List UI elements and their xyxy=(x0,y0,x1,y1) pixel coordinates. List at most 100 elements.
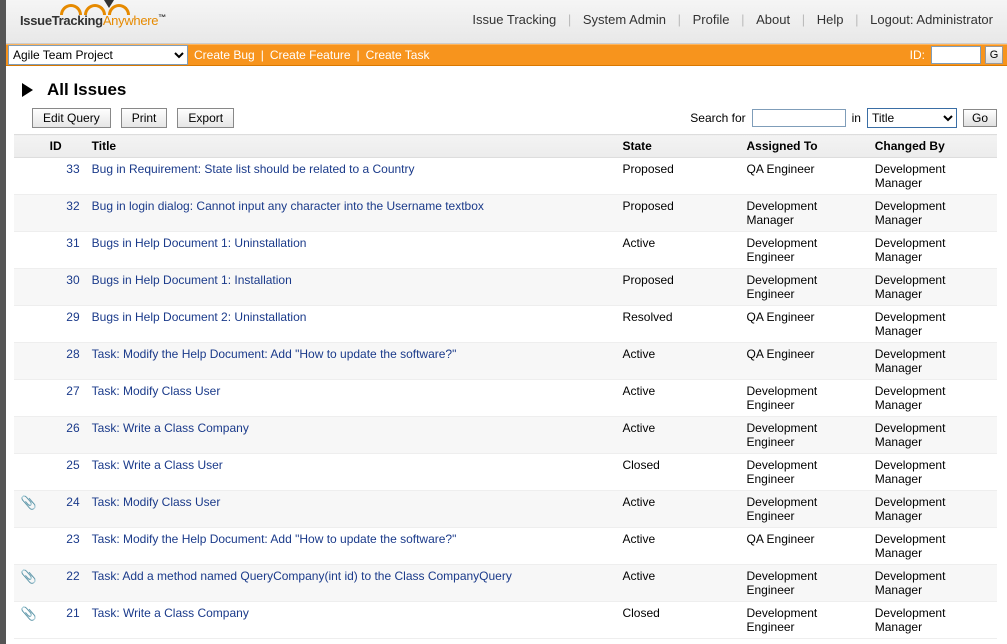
logo-text-2: Anywhere xyxy=(103,13,158,28)
print-button[interactable]: Print xyxy=(121,108,168,128)
table-row[interactable]: 28 Task: Modify the Help Document: Add "H… xyxy=(14,343,997,380)
nav-issue-tracking[interactable]: Issue Tracking xyxy=(468,12,560,27)
cell-state: Proposed xyxy=(616,269,740,306)
issue-title-link[interactable]: Bugs in Help Document 1: Uninstallation xyxy=(92,236,307,250)
header: IssueTrackingAnywhere™ Issue Tracking | … xyxy=(6,0,1007,44)
issue-title-link[interactable]: Task: Write a Class Company xyxy=(92,421,249,435)
issue-title-link[interactable]: Bugs in Help Document 2: Uninstallation xyxy=(92,310,307,324)
table-row[interactable]: 27Task: Modify Class UserActiveDevelopme… xyxy=(14,380,997,417)
cell-changed: Development Manager xyxy=(869,306,997,343)
cell-assigned: Development Engineer xyxy=(741,454,869,491)
issue-title-link[interactable]: Task: Modify Class User xyxy=(92,384,221,398)
table-row[interactable]: 📎24Task: Modify Class UserActiveDevelopm… xyxy=(14,491,997,528)
create-task-link[interactable]: Create Task xyxy=(360,48,436,62)
attachment-icon: 📎 xyxy=(21,569,37,584)
cell-changed: Development Manager xyxy=(869,491,997,528)
cell-assigned: Development Engineer xyxy=(741,232,869,269)
issue-title-link[interactable]: Task: Modify the Help Document: Add "How… xyxy=(92,532,457,546)
table-row[interactable]: 32 Bug in login dialog: Cannot input any … xyxy=(14,195,997,232)
search-field-select[interactable]: Title xyxy=(867,108,957,128)
issue-title-link[interactable]: Task: Modify the Help Document: Add "How… xyxy=(92,347,457,361)
id-input[interactable] xyxy=(931,46,981,64)
cell-changed: Development Manager xyxy=(869,380,997,417)
cell-assigned: QA Engineer xyxy=(741,158,869,195)
table-row[interactable]: 30 Bugs in Help Document 1: Installation P… xyxy=(14,269,997,306)
issue-title-link[interactable]: Bug in Requirement: State list should be… xyxy=(92,162,415,176)
issue-id-link[interactable]: 29 xyxy=(66,310,79,324)
create-feature-link[interactable]: Create Feature xyxy=(264,48,357,62)
col-header-assigned[interactable]: Assigned To xyxy=(741,135,869,158)
table-row[interactable]: 📎21Task: Write a Class CompanyClosedDeve… xyxy=(14,602,997,639)
table-row[interactable]: 25Task: Write a Class UserClosedDevelopm… xyxy=(14,454,997,491)
table-row[interactable]: 26 Task: Write a Class Company ActiveDevel… xyxy=(14,417,997,454)
issue-id-link[interactable]: 23 xyxy=(66,532,79,546)
col-header-state[interactable]: State xyxy=(616,135,740,158)
id-label: ID: xyxy=(910,48,927,62)
cell-assigned: Development Engineer xyxy=(741,380,869,417)
cell-state: Closed xyxy=(616,602,740,639)
nav-system-admin[interactable]: System Admin xyxy=(579,12,670,27)
issue-title-link[interactable]: Task: Modify Class User xyxy=(92,495,221,509)
cell-state: Active xyxy=(616,528,740,565)
table-row[interactable]: 29 Bugs in Help Document 2: Uninstallatio… xyxy=(14,306,997,343)
table-row[interactable]: 23 Task: Modify the Help Document: Add "H… xyxy=(14,528,997,565)
export-button[interactable]: Export xyxy=(177,108,234,128)
issue-id-link[interactable]: 25 xyxy=(66,458,79,472)
col-header-id[interactable]: ID xyxy=(44,135,86,158)
action-bar: Agile Team Project Create Bug | Create F… xyxy=(6,44,1007,66)
issue-id-link[interactable]: 22 xyxy=(66,569,79,583)
nav-logout[interactable]: Logout: Administrator xyxy=(866,12,997,27)
attachment-icon: 📎 xyxy=(21,495,37,510)
cell-assigned: Development Engineer xyxy=(741,565,869,602)
cell-assigned: Development Engineer xyxy=(741,602,869,639)
issue-id-link[interactable]: 28 xyxy=(66,347,79,361)
issue-title-link[interactable]: Bug in login dialog: Cannot input any ch… xyxy=(92,199,484,213)
cell-changed: Development Manager xyxy=(869,602,997,639)
edit-query-button[interactable]: Edit Query xyxy=(32,108,111,128)
issue-title-link[interactable]: Bugs in Help Document 1: Installation xyxy=(92,273,292,287)
issue-id-link[interactable]: 21 xyxy=(66,606,79,620)
search-go-button[interactable]: Go xyxy=(963,109,997,127)
issue-id-link[interactable]: 31 xyxy=(66,236,79,250)
issue-id-link[interactable]: 27 xyxy=(66,384,79,398)
issue-id-link[interactable]: 26 xyxy=(66,421,79,435)
cell-state: Active xyxy=(616,343,740,380)
cell-changed: Development Manager xyxy=(869,343,997,380)
nav-help[interactable]: Help xyxy=(813,12,848,27)
table-row[interactable]: 33 Bug in Requirement: State list should … xyxy=(14,158,997,195)
cell-state: Resolved xyxy=(616,306,740,343)
issue-id-link[interactable]: 24 xyxy=(66,495,79,509)
cell-changed: Development Manager xyxy=(869,269,997,306)
issue-title-link[interactable]: Task: Write a Class Company xyxy=(92,606,249,620)
cell-state: Proposed xyxy=(616,158,740,195)
top-nav: Issue Tracking | System Admin | Profile … xyxy=(468,12,997,27)
issue-title-link[interactable]: Task: Add a method named QueryCompany(in… xyxy=(92,569,512,583)
search-in-label: in xyxy=(852,111,861,125)
cell-changed: Development Manager xyxy=(869,158,997,195)
cell-changed: Development Manager xyxy=(869,195,997,232)
nav-profile[interactable]: Profile xyxy=(689,12,734,27)
table-row[interactable]: 📎 22 Task: Add a method named QueryCompany… xyxy=(14,565,997,602)
cell-assigned: Development Engineer xyxy=(741,417,869,454)
id-go-button[interactable]: G xyxy=(985,46,1003,64)
collapse-toggle-icon[interactable] xyxy=(22,83,33,97)
col-header-changed[interactable]: Changed By xyxy=(869,135,997,158)
project-select[interactable]: Agile Team Project xyxy=(8,45,188,65)
search-input[interactable] xyxy=(752,109,846,127)
issue-id-link[interactable]: 32 xyxy=(66,199,79,213)
col-header-title[interactable]: Title xyxy=(86,135,617,158)
cell-assigned: QA Engineer xyxy=(741,343,869,380)
create-bug-link[interactable]: Create Bug xyxy=(188,48,261,62)
cell-state: Active xyxy=(616,417,740,454)
cell-assigned: Development Manager xyxy=(741,195,869,232)
logo-tm: ™ xyxy=(158,13,166,22)
issue-title-link[interactable]: Task: Write a Class User xyxy=(92,458,223,472)
col-header-attachment[interactable] xyxy=(14,135,44,158)
page-title: All Issues xyxy=(47,80,126,100)
cell-changed: Development Manager xyxy=(869,565,997,602)
nav-about[interactable]: About xyxy=(752,12,794,27)
issue-id-link[interactable]: 33 xyxy=(66,162,79,176)
issue-id-link[interactable]: 30 xyxy=(66,273,79,287)
app-logo[interactable]: IssueTrackingAnywhere™ xyxy=(20,4,166,28)
table-row[interactable]: 31 Bugs in Help Document 1: Uninstallatio… xyxy=(14,232,997,269)
